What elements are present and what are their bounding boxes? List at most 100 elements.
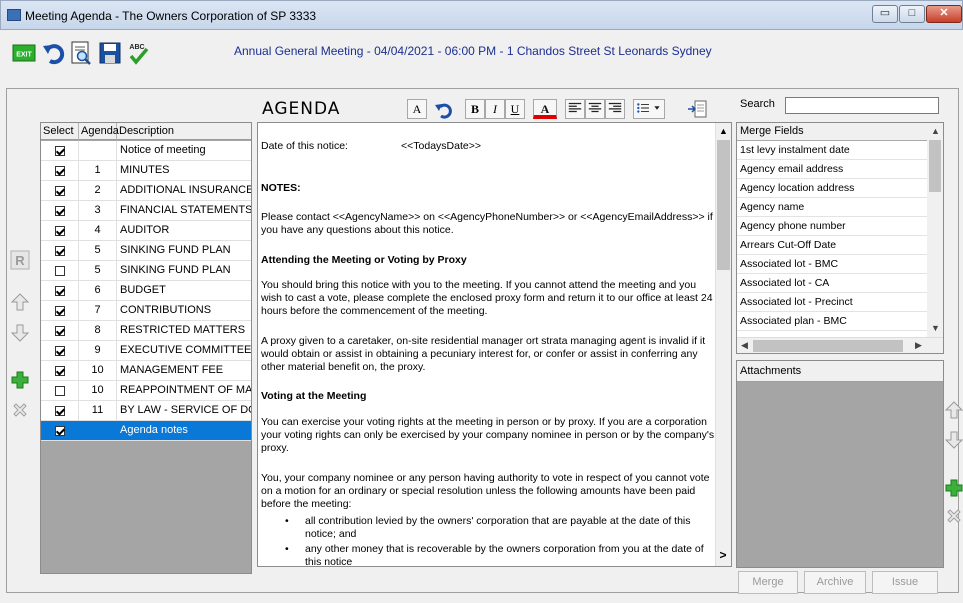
align-right-button[interactable] bbox=[605, 99, 625, 119]
agenda-table-row[interactable]: 8 RESTRICTED MATTERS bbox=[41, 321, 251, 341]
select-cell[interactable] bbox=[41, 321, 79, 340]
select-cell[interactable] bbox=[41, 421, 79, 440]
column-header-description[interactable]: Description bbox=[117, 123, 251, 140]
save-button[interactable] bbox=[96, 38, 122, 66]
agenda-table-row[interactable]: 3 FINANCIAL STATEMENTS bbox=[41, 201, 251, 221]
scroll-right-icon[interactable]: ▶ bbox=[915, 340, 922, 351]
agenda-table-row[interactable]: 5 SINKING FUND PLAN bbox=[41, 241, 251, 261]
underline-button[interactable]: U bbox=[505, 99, 525, 119]
archive-button[interactable]: Archive bbox=[804, 571, 866, 594]
undo-format-button[interactable] bbox=[432, 99, 456, 119]
merge-field-item[interactable]: Associated lot - BMC bbox=[737, 255, 927, 274]
agenda-table-row[interactable]: 11 BY LAW - SERVICE OF DO bbox=[41, 401, 251, 421]
select-checkbox[interactable] bbox=[54, 225, 65, 236]
exit-button[interactable]: EXIT bbox=[10, 38, 36, 66]
move-up-button[interactable] bbox=[10, 292, 30, 312]
delete-attachment-button[interactable] bbox=[944, 506, 963, 526]
select-checkbox[interactable] bbox=[54, 305, 65, 316]
editor-scrollbar[interactable]: ▲ bbox=[715, 123, 731, 566]
more-button[interactable]: > bbox=[716, 548, 730, 564]
align-left-button[interactable] bbox=[565, 99, 585, 119]
attachment-move-down-button[interactable] bbox=[944, 430, 963, 450]
select-checkbox[interactable] bbox=[54, 145, 65, 156]
select-checkbox[interactable] bbox=[54, 325, 65, 336]
select-cell[interactable] bbox=[41, 221, 79, 240]
select-checkbox[interactable] bbox=[54, 405, 65, 416]
agenda-table-row[interactable]: 9 EXECUTIVE COMMITTEE bbox=[41, 341, 251, 361]
agenda-table-row[interactable]: 5 SINKING FUND PLAN bbox=[41, 261, 251, 281]
agenda-table-row[interactable]: Notice of meeting bbox=[41, 141, 251, 161]
select-checkbox[interactable] bbox=[54, 165, 65, 176]
print-preview-button[interactable] bbox=[67, 38, 93, 66]
scroll-down-icon[interactable]: ▼ bbox=[931, 323, 940, 333]
agenda-table-row[interactable]: 10 REAPPOINTMENT OF MAI bbox=[41, 381, 251, 401]
merge-field-item[interactable]: Associated lot - Precinct bbox=[737, 293, 927, 312]
select-cell[interactable] bbox=[41, 141, 79, 160]
scroll-up-icon[interactable]: ▲ bbox=[719, 126, 728, 136]
merge-field-item[interactable]: Associated lot - CA bbox=[737, 274, 927, 293]
agenda-notes-editor[interactable]: Date of this notice: <<TodaysDate>> NOTE… bbox=[257, 122, 732, 567]
merge-field-item[interactable]: Agency location address bbox=[737, 179, 927, 198]
agenda-table-row[interactable]: 6 BUDGET bbox=[41, 281, 251, 301]
merge-button[interactable]: Merge bbox=[738, 571, 798, 594]
issue-button[interactable]: Issue bbox=[872, 571, 938, 594]
select-cell[interactable] bbox=[41, 361, 79, 380]
select-cell[interactable] bbox=[41, 401, 79, 420]
select-checkbox[interactable] bbox=[54, 425, 65, 436]
merge-fields-vscrollbar[interactable]: ▲ ▼ bbox=[927, 123, 943, 337]
column-header-select[interactable]: Select bbox=[41, 123, 79, 140]
search-input[interactable] bbox=[785, 97, 939, 114]
select-checkbox[interactable] bbox=[54, 285, 65, 296]
select-checkbox[interactable] bbox=[54, 365, 65, 376]
column-header-agenda[interactable]: Agenda bbox=[79, 123, 119, 140]
move-down-button[interactable] bbox=[10, 323, 30, 343]
agenda-table-row[interactable]: 10 MANAGEMENT FEE bbox=[41, 361, 251, 381]
font-color-button[interactable]: A bbox=[533, 99, 557, 119]
bold-button[interactable]: B bbox=[465, 99, 485, 119]
minimize-button[interactable]: ▭ bbox=[872, 5, 898, 23]
italic-button[interactable]: I bbox=[485, 99, 505, 119]
select-checkbox[interactable] bbox=[54, 205, 65, 216]
merge-field-item[interactable]: Agency name bbox=[737, 198, 927, 217]
undo-button[interactable] bbox=[40, 38, 66, 66]
select-checkbox[interactable] bbox=[54, 345, 65, 356]
editor-scroll-thumb[interactable] bbox=[717, 140, 730, 270]
select-cell[interactable] bbox=[41, 381, 79, 400]
select-checkbox[interactable] bbox=[54, 185, 65, 196]
scroll-left-icon[interactable]: ◀ bbox=[741, 340, 748, 351]
font-button[interactable]: A bbox=[407, 99, 427, 119]
select-cell[interactable] bbox=[41, 241, 79, 260]
scroll-up-icon[interactable]: ▲ bbox=[931, 126, 940, 136]
add-attachment-button[interactable] bbox=[944, 478, 963, 498]
bullet-list-button[interactable] bbox=[633, 99, 665, 119]
merge-field-item[interactable]: Arrears Cut-Off Date bbox=[737, 236, 927, 255]
r-button[interactable]: R bbox=[10, 250, 30, 270]
close-button[interactable]: ✕ bbox=[926, 5, 962, 23]
select-checkbox[interactable] bbox=[54, 265, 65, 276]
merge-field-item[interactable]: 1st levy instalment date bbox=[737, 141, 927, 160]
delete-agenda-item-button[interactable] bbox=[10, 400, 30, 420]
select-cell[interactable] bbox=[41, 161, 79, 180]
agenda-table-row[interactable]: Agenda notes bbox=[41, 421, 251, 441]
select-cell[interactable] bbox=[41, 201, 79, 220]
attachment-move-up-button[interactable] bbox=[944, 400, 963, 420]
agenda-table-row[interactable]: 2 ADDITIONAL INSURANCE bbox=[41, 181, 251, 201]
select-cell[interactable] bbox=[41, 181, 79, 200]
merge-field-item[interactable]: Agency phone number bbox=[737, 217, 927, 236]
spell-check-button[interactable]: ABC bbox=[124, 38, 150, 66]
add-agenda-item-button[interactable] bbox=[10, 370, 30, 390]
maximize-button[interactable]: □ bbox=[899, 5, 925, 23]
agenda-table-row[interactable]: 7 CONTRIBUTIONS bbox=[41, 301, 251, 321]
merge-fields-hscrollbar[interactable]: ◀ ▶ bbox=[737, 337, 943, 353]
agenda-table-row[interactable]: 1 MINUTES bbox=[41, 161, 251, 181]
select-checkbox[interactable] bbox=[54, 245, 65, 256]
select-cell[interactable] bbox=[41, 301, 79, 320]
select-checkbox[interactable] bbox=[54, 385, 65, 396]
merge-vscroll-thumb[interactable] bbox=[929, 140, 941, 192]
select-cell[interactable] bbox=[41, 261, 79, 280]
merge-field-item[interactable]: Agency email address bbox=[737, 160, 927, 179]
merge-hscroll-thumb[interactable] bbox=[753, 340, 903, 352]
insert-page-break-button[interactable] bbox=[686, 99, 708, 119]
align-center-button[interactable] bbox=[585, 99, 605, 119]
agenda-table-row[interactable]: 4 AUDITOR bbox=[41, 221, 251, 241]
